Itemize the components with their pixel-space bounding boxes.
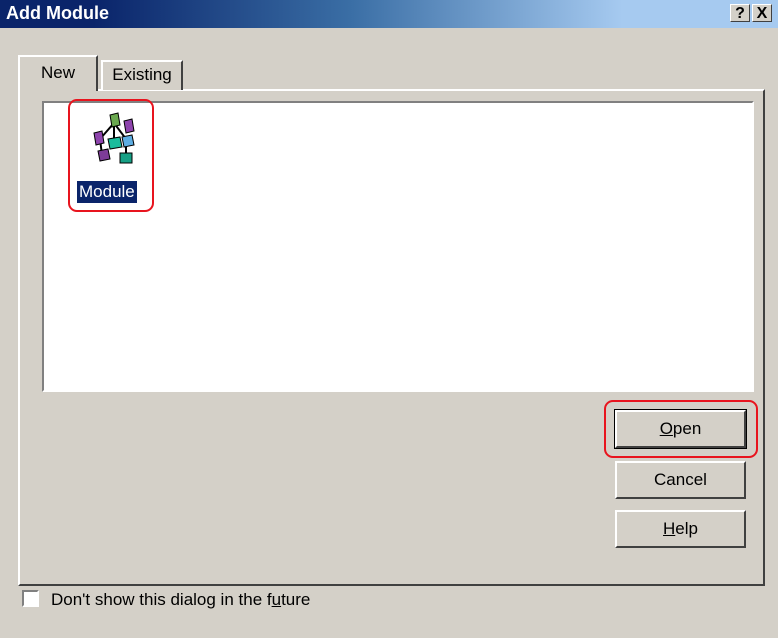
- window-title: Add Module: [6, 3, 109, 23]
- help-button-mnemonic: H: [663, 519, 676, 538]
- title-bar[interactable]: Add Module ? X: [0, 0, 778, 28]
- list-item-module[interactable]: Module: [74, 109, 158, 209]
- open-button-label-suffix: pen: [672, 419, 702, 438]
- checkbox-label-mnemonic: u: [271, 590, 282, 609]
- help-button-label-suffix: elp: [675, 519, 698, 538]
- cancel-button-label: Cancel: [654, 470, 707, 489]
- tab-new[interactable]: New: [18, 55, 98, 91]
- open-button[interactable]: Open: [614, 409, 747, 449]
- module-list[interactable]: Module: [42, 101, 754, 392]
- tab-existing-label: Existing: [112, 65, 172, 84]
- open-button-mnemonic: O: [659, 419, 673, 438]
- help-button[interactable]: Help: [615, 510, 746, 548]
- module-icon: [93, 112, 135, 164]
- help-title-button[interactable]: ?: [730, 4, 750, 22]
- tab-new-label: New: [40, 63, 75, 82]
- checkbox-label-prefix: Don't show this dialog in the f: [51, 590, 272, 609]
- checkbox-label-suffix: ture: [281, 590, 311, 609]
- dont-show-checkbox[interactable]: [22, 590, 39, 607]
- cancel-button[interactable]: Cancel: [615, 461, 746, 499]
- close-title-button[interactable]: X: [752, 4, 772, 22]
- module-item-label: Module: [76, 180, 138, 204]
- dont-show-checkbox-label[interactable]: Don't show this dialog in the future: [51, 590, 310, 610]
- tab-existing[interactable]: Existing: [101, 60, 183, 90]
